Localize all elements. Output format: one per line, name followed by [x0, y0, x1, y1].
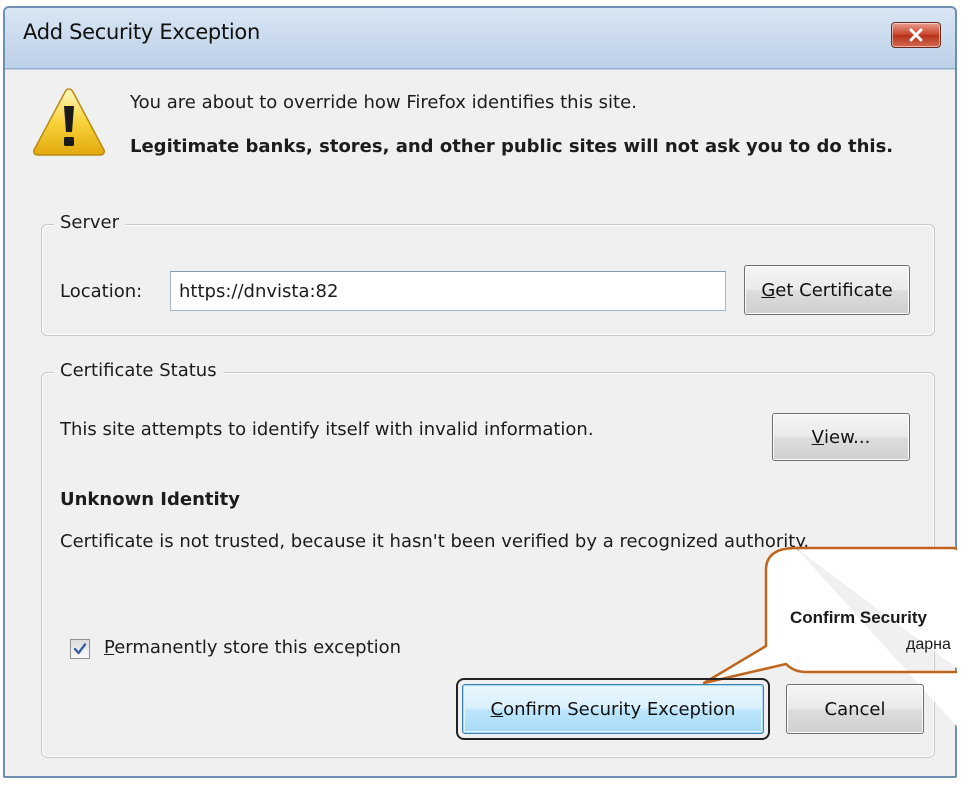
callout-title: Confirm Security: [790, 608, 927, 627]
location-label: Location:: [60, 281, 143, 302]
confirm-security-exception-button[interactable]: Confirm Security Exception: [462, 684, 764, 734]
warning-triangle-icon: [33, 88, 105, 156]
get-certificate-mnemonic: G: [761, 279, 776, 301]
identity-heading: Unknown Identity: [60, 489, 241, 510]
view-label: iew...: [824, 426, 871, 448]
permanent-mnemonic: P: [104, 637, 115, 658]
view-button[interactable]: View...: [772, 413, 910, 461]
close-icon: [909, 28, 923, 42]
get-certificate-button[interactable]: Get Certificate: [744, 265, 910, 315]
window-title: Add Security Exception: [23, 20, 260, 44]
view-mnemonic: V: [811, 426, 824, 448]
location-input[interactable]: [170, 271, 726, 311]
checkmark-icon: [73, 643, 87, 655]
permanent-store-checkbox[interactable]: [70, 639, 90, 659]
get-certificate-label: et Certificate: [775, 279, 893, 301]
permanent-label-text: ermanently store this exception: [114, 637, 402, 658]
certificate-description: This site attempts to identify itself wi…: [60, 419, 594, 440]
dialog-content: You are about to override how Firefox id…: [5, 70, 955, 776]
permanent-store-label[interactable]: Permanently store this exception: [104, 637, 401, 658]
callout-subtitle: дарна: [906, 636, 951, 653]
certificate-status-legend: Certificate Status: [54, 360, 223, 381]
confirm-label: onfirm Security Exception: [503, 698, 736, 720]
server-legend: Server: [54, 212, 126, 233]
close-button[interactable]: [891, 22, 941, 48]
title-bar[interactable]: Add Security Exception: [5, 8, 955, 69]
cancel-button[interactable]: Cancel: [786, 684, 924, 734]
server-group: Server Location: Get Certificate: [41, 212, 935, 336]
identity-detail: Certificate is not trusted, because it h…: [60, 531, 810, 552]
add-security-exception-dialog: Add Security Exception You are about to …: [3, 6, 957, 778]
warning-message: You are about to override how Firefox id…: [130, 92, 637, 113]
cancel-label: Cancel: [824, 698, 886, 720]
screenshot-frame: Add Security Exception You are about to …: [0, 0, 957, 786]
confirm-mnemonic: C: [490, 698, 504, 720]
warning-emphasis: Legitimate banks, stores, and other publ…: [130, 136, 894, 157]
